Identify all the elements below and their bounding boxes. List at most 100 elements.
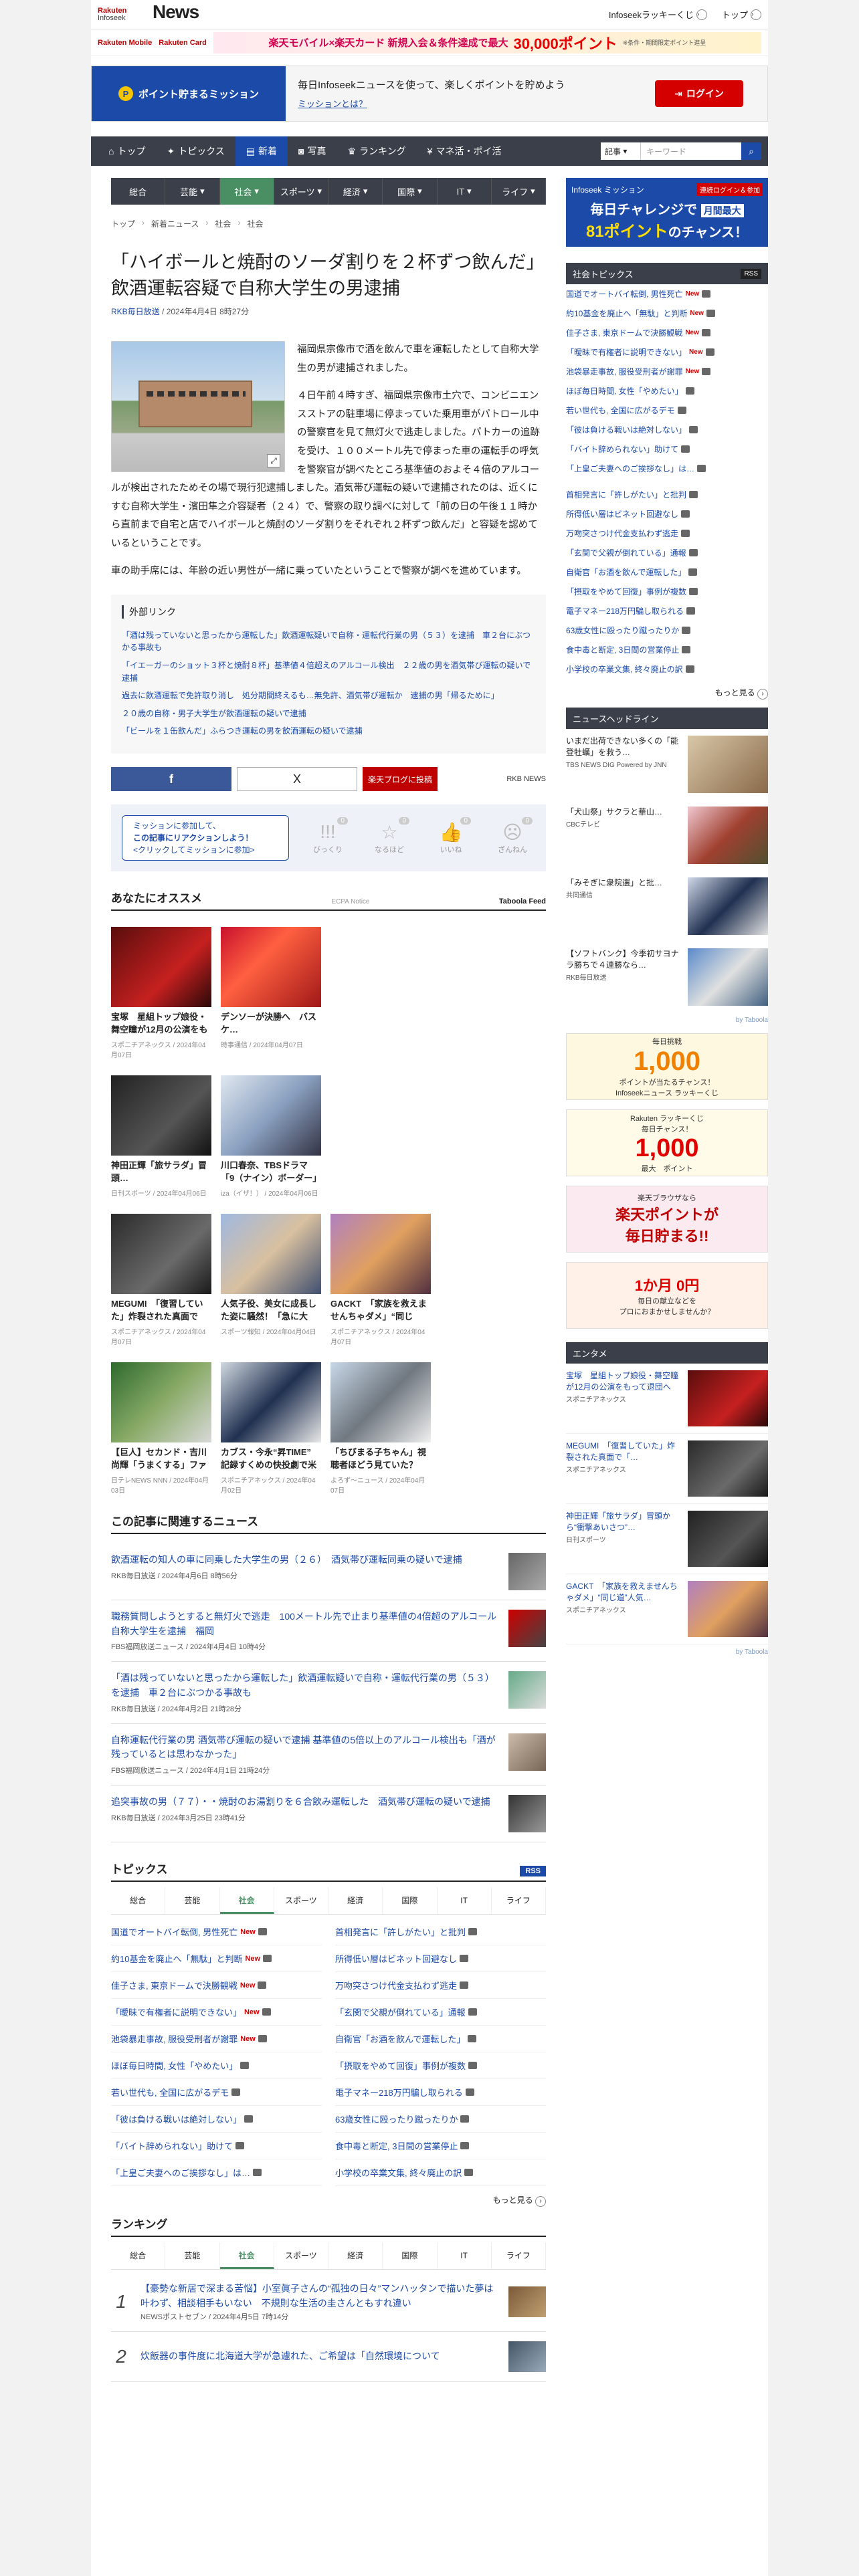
ent-item[interactable]: MEGUMI 「復習していた」炸裂された真面で「… スポニチアネックス [566, 1434, 768, 1504]
headline-item[interactable]: 【ソフトバンク】今季初サヨナラ勝ちで４連勝なら… RKB毎日放送 [566, 942, 768, 1012]
reaction-surprise-button[interactable]: !!! 0 びっくり [305, 817, 351, 855]
cat-all[interactable]: 総合 [111, 178, 166, 205]
ranking-tab[interactable]: 芸能 [165, 2242, 220, 2270]
cat-it[interactable]: IT ▾ [438, 178, 492, 205]
recommend-card[interactable]: 「ちびまる子ちゃん」視聴者ほどう見ていた？TARA…よろず〜ニュース / 202… [330, 1362, 431, 1495]
headline-item[interactable]: いまだ出荷できない多くの「能登牡蠣」を救う… TBS NEWS DIG Power… [566, 729, 768, 800]
sidebar-topic[interactable]: 「曖昧で有権者に説明できない」 New [566, 342, 768, 362]
sidebar-topic[interactable]: ほぼ毎日時間, 女性「やめたい」 [566, 381, 768, 401]
related-item[interactable]: 「酒は残っていないと思ったから運転した」飲酒運転疑いで自称・運転代行業の男（５３… [111, 1662, 546, 1724]
login-button[interactable]: ⇥ ログイン [655, 80, 743, 107]
meal-kit-ad[interactable]: 1か月 0円 毎日の献立などを プロにおまかせしませんか？ [566, 1262, 768, 1329]
ranking-tab[interactable]: 社会 [219, 2242, 274, 2270]
zoom-icon[interactable]: ⤢ [267, 454, 280, 468]
nav-money[interactable]: ¥ マネ活・ポイ活 [417, 136, 512, 166]
nav-ranking[interactable]: ♛ ランキング [337, 136, 417, 166]
recommend-card[interactable]: カブス・今永“昇TIME” 記録すくめの快投劇で米1勝…スポニチアネックス / … [221, 1362, 321, 1495]
topics-tab[interactable]: 社会 [219, 1887, 274, 1915]
topic-item[interactable]: 約10基金を廃止へ「無駄」と判断 New [111, 1945, 322, 1973]
sidebar-topic[interactable]: 国道でオートバイ転倒, 男性死亡 New [566, 284, 768, 304]
ent-item[interactable]: 神田正輝「旅サラダ」冒頭から“衝撃あいさつ”… 日刊スポーツ [566, 1504, 768, 1574]
ranking-tab[interactable]: 経済 [328, 2242, 383, 2270]
topics-more-link[interactable]: もっと見る › [111, 2194, 546, 2208]
topics-tab[interactable]: スポーツ [274, 1887, 328, 1915]
mission-ad[interactable]: Infoseek ミッション 連続ログイン＆参加 毎日チャレンジで 月間最大 81… [566, 178, 768, 247]
topic-item[interactable]: 63歳女性に殴ったり蹴ったりか [335, 2106, 546, 2133]
topic-item[interactable]: 若い世代も, 全国に広がるデモ [111, 2079, 322, 2107]
ranking-tab[interactable]: ライフ [492, 2242, 546, 2270]
taboola-credit[interactable]: by Taboola [566, 1016, 768, 1024]
recommend-card[interactable]: 川口春奈、TBSドラマ「9（ナイン）ボーダー」で共…iza（イザ！） / 202… [221, 1075, 321, 1198]
sidebar-topic[interactable]: 池袋暴走事故, 服役受刑者が謝罪 New [566, 362, 768, 381]
topics-tab[interactable]: IT [438, 1887, 492, 1915]
taboola-feed[interactable]: Taboola Feed [499, 897, 546, 905]
site-logo[interactable]: Rakuten Infoseek News [98, 3, 199, 22]
external-link[interactable]: 「酒は残っていないと思ったから運転した」飲酒運転疑いで自称・運転代行業の男（５３… [122, 629, 535, 654]
mission-button[interactable]: P ポイント貯まるミッション [92, 66, 286, 121]
topic-item[interactable]: 電子マネー218万円騙し取られる [335, 2079, 546, 2107]
ranking-tab[interactable]: 総合 [111, 2242, 166, 2270]
taboola-credit[interactable]: by Taboola [566, 1648, 768, 1656]
lucky-lottery-ad[interactable]: 毎日挑戦 1,000 ポイントが当たるチャンス！ Infoseekニュース ラッ… [566, 1033, 768, 1100]
ranking-item[interactable]: 1 【豪勢な新居で深まる苦悩】小室眞子さんの“孤独の日々”マンハッタンで描いた夢… [111, 2272, 546, 2332]
ranking-tab[interactable]: 国際 [383, 2242, 438, 2270]
ranking-tab[interactable]: IT [438, 2242, 492, 2270]
external-link[interactable]: 「ビールを１缶飲んだ」ふらつき運転の男を飲酒運転の疑いで逮捕 [122, 725, 535, 738]
nav-topics[interactable]: ✦ トピックス [156, 136, 235, 166]
sidebar-topic[interactable]: 63歳女性に殴ったり蹴ったりか [566, 621, 768, 640]
x-share-button[interactable]: X [237, 767, 357, 791]
article-photo[interactable]: ⤢ [111, 341, 285, 473]
cat-international[interactable]: 国際 ▾ [383, 178, 438, 205]
rakuten-lottery-ad[interactable]: Rakuten ラッキーくじ 毎日チャンス！ 1,000 最大 ポイント [566, 1109, 768, 1176]
search-button[interactable]: ⌕ [741, 142, 761, 160]
topics-tab[interactable]: 経済 [328, 1887, 383, 1915]
headline-item[interactable]: 「みそぎに衆院選」と批… 共同通信 [566, 871, 768, 942]
topic-item[interactable]: 所得低い層はビネット回避なし [335, 1945, 546, 1973]
topic-item[interactable]: 自衛官「お酒を飲んで運転した」 [335, 2026, 546, 2053]
mission-about-link[interactable]: ミッションとは？ [298, 97, 655, 110]
ent-item[interactable]: GACKT 「家族を救えませんちゃダメ」“同じ道”人気… スポニチアネックス [566, 1574, 768, 1644]
promo-banner[interactable]: Rakuten Mobile Rakuten Card 楽天モバイル×楽天カード… [91, 29, 768, 56]
external-link[interactable]: 「イエーガーのショット３杯と焼酎８杯」基準値４倍超えのアルコール検出 ２２歳の男… [122, 659, 535, 684]
rss-button[interactable]: RSS [741, 268, 761, 279]
reaction-mission-callout[interactable]: ミッションに参加して、 この記事にリアクションしよう！ <クリックしてミッション… [122, 815, 289, 861]
sidebar-topic[interactable]: 小学校の卒業文集, 終々廃止の訳 [566, 659, 768, 679]
sidebar-topic[interactable]: 食中毒と断定, 3日間の営業停止 [566, 640, 768, 659]
recommend-card[interactable]: 神田正輝「旅サラダ」冒頭… 日刊スポーツ / 2024年04月06日 [111, 1075, 211, 1198]
topic-item[interactable]: 万吻突さつけ代金支払わず逃走 [335, 1972, 546, 2000]
ent-item[interactable]: 宝塚 星組トップ娘役・舞空瞳が12月の公演をもって退団へ スポニチアネックス [566, 1364, 768, 1434]
sidebar-topic[interactable]: 「彼は負ける戦いは絶対しない」 [566, 420, 768, 439]
recommend-card[interactable]: 【巨人】セカンド・吉川尚輝「うまくする」ファイン…日テレNEWS NNN / 2… [111, 1362, 211, 1495]
topics-tab[interactable]: 国際 [383, 1887, 438, 1915]
cat-society[interactable]: 社会 ▾ [219, 178, 274, 205]
topic-item[interactable]: 食中毒と断定, 3日間の営業停止 [335, 2133, 546, 2160]
reaction-insight-button[interactable]: ☆ 0 なるほど [367, 817, 412, 855]
topic-item[interactable]: 「彼は負ける戦いは絶対しない」 [111, 2106, 322, 2133]
sidebar-topic[interactable]: 若い世代も, 全国に広がるデモ [566, 401, 768, 420]
topic-item[interactable]: 「摂取をやめて回復」事例が複数 [335, 2052, 546, 2080]
sidebar-topic[interactable]: 自衛官「お酒を飲んで運転した」 [566, 562, 768, 582]
ranking-tab[interactable]: スポーツ [274, 2242, 328, 2270]
topics-tab[interactable]: 総合 [111, 1887, 166, 1915]
topic-item[interactable]: 「バイト辞められない」助けて [111, 2133, 322, 2160]
sidebar-topic[interactable]: 佳子さま, 東京ドームで決勝観戦 New [566, 323, 768, 342]
topics-tab[interactable]: 芸能 [165, 1887, 220, 1915]
topic-item[interactable]: 首相発言に「許しがたい」と批判 [335, 1919, 546, 1946]
sidebar-topic[interactable]: 約10基金を廃止へ「無駄」と判断 New [566, 304, 768, 323]
lucky-link[interactable]: Infoseekラッキーくじ › [609, 8, 707, 21]
recommend-card[interactable]: 人気子役、美女に成長した姿に騒然！「急に大人」…スポーツ報知 / 2024年04… [221, 1214, 321, 1346]
topic-item[interactable]: 小学校の卒業文集, 終々廃止の訳 [335, 2159, 546, 2187]
topics-rss-button[interactable]: RSS [520, 1866, 546, 1877]
rakuten-blog-button[interactable]: 楽天ブログに投稿 [363, 767, 438, 791]
nav-top[interactable]: ⌂ トップ [98, 136, 156, 166]
cat-entertainment[interactable]: 芸能 ▾ [165, 178, 220, 205]
nav-photo[interactable]: ◙ 写真 [288, 136, 337, 166]
sidebar-topic[interactable]: 首相発言に「許しがたい」と批判 [566, 485, 768, 504]
breadcrumb-new[interactable]: 新着ニュース [151, 218, 199, 229]
external-link[interactable]: 過去に飲酒運転で免許取り消し 処分期間終えるも…無免許、酒気帯び運転か 逮捕の男… [122, 689, 535, 702]
top-link[interactable]: トップ › [722, 8, 761, 21]
sidebar-topic[interactable]: 「摂取をやめて回復」事例が複数 [566, 582, 768, 601]
recommend-card[interactable]: GACKT 「家族を救えませんちゃダメ」“同じ道”人気…スポニチアネックス / … [330, 1214, 431, 1346]
cat-sports[interactable]: スポーツ ▾ [274, 178, 328, 205]
article-source[interactable]: RKB毎日放送 [111, 307, 160, 316]
